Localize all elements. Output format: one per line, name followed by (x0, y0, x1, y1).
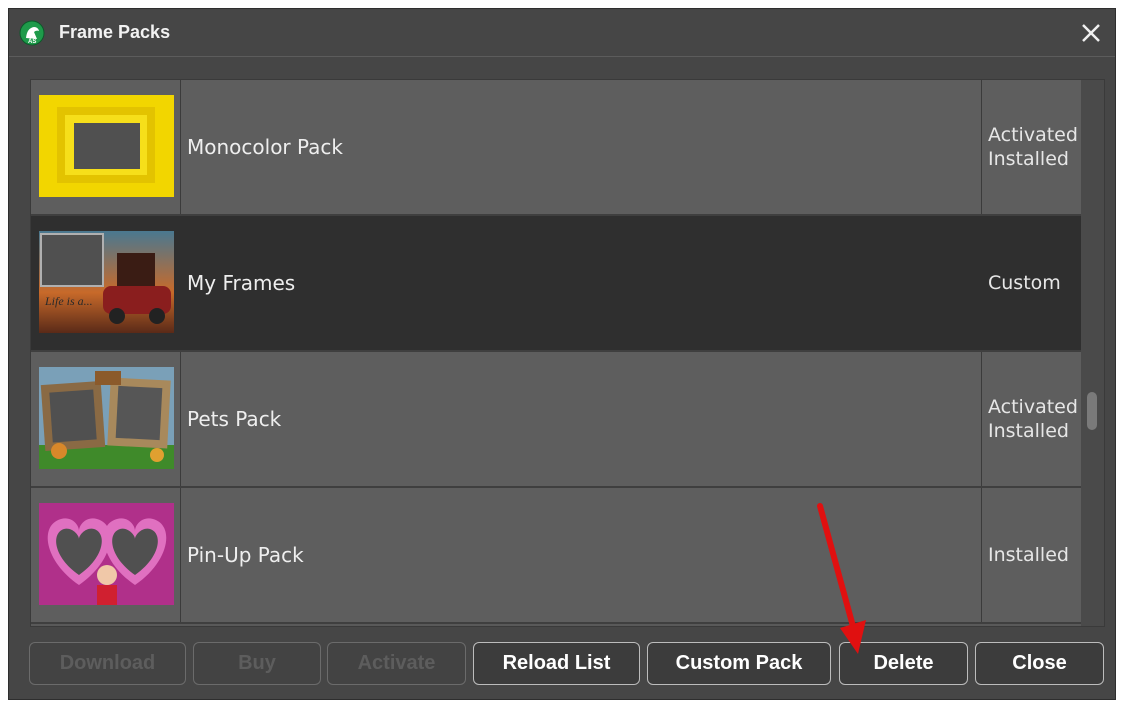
pack-status: Installed (988, 488, 1080, 622)
list-item[interactable]: Pets Pack Activated Installed (31, 352, 1081, 488)
status-line: Installed (988, 148, 1069, 170)
delete-button[interactable]: Delete (839, 642, 968, 685)
pack-name: Pin-Up Pack (187, 543, 304, 567)
close-icon[interactable] (1077, 19, 1105, 47)
status-line: Installed (988, 544, 1069, 566)
column-divider (981, 488, 982, 622)
column-divider (180, 488, 181, 622)
pack-status: Activated Installed (988, 352, 1080, 486)
app-logo-icon: AS (19, 20, 45, 46)
column-divider (180, 216, 181, 350)
status-line: Installed (988, 420, 1069, 442)
column-divider (981, 216, 982, 350)
svg-text:AS: AS (28, 39, 36, 45)
list-item[interactable]: Life is a... My Frames Custom (31, 216, 1081, 352)
dialog-title: Frame Packs (59, 22, 171, 42)
column-divider (981, 80, 982, 214)
pack-thumbnail: Life is a... (39, 231, 174, 333)
column-divider (180, 80, 181, 214)
list-item[interactable]: Monocolor Pack Activated Installed (31, 80, 1081, 216)
status-line: Activated (988, 124, 1078, 146)
pack-thumbnail (39, 367, 174, 469)
pack-name: My Frames (187, 271, 296, 295)
status-line: Activated (988, 396, 1078, 418)
pack-status: Activated Installed (988, 80, 1080, 214)
column-divider (981, 352, 982, 486)
download-button[interactable]: Download (29, 642, 186, 685)
list-item[interactable]: Pin-Up Pack Installed (31, 488, 1081, 624)
frame-packs-dialog: AS Frame Packs Monocolor Pack Activated … (8, 8, 1116, 700)
status-line: Custom (988, 272, 1061, 294)
buy-button[interactable]: Buy (193, 642, 321, 685)
pack-list[interactable]: Monocolor Pack Activated Installed Life … (30, 79, 1105, 627)
pack-name: Monocolor Pack (187, 135, 344, 159)
pack-thumbnail (39, 95, 174, 197)
pack-name: Pets Pack (187, 407, 282, 431)
pack-thumbnail (39, 503, 174, 605)
vertical-scrollbar[interactable] (1081, 80, 1104, 626)
reload-list-button[interactable]: Reload List (473, 642, 640, 685)
title-bar[interactable]: AS Frame Packs (9, 9, 1115, 57)
column-divider (180, 352, 181, 486)
pack-status: Custom (988, 216, 1080, 350)
svg-text:Life is a...: Life is a... (44, 294, 93, 308)
close-button[interactable]: Close (975, 642, 1104, 685)
custom-pack-button[interactable]: Custom Pack (647, 642, 831, 685)
activate-button[interactable]: Activate (327, 642, 466, 685)
scrollbar-thumb[interactable] (1087, 392, 1097, 430)
